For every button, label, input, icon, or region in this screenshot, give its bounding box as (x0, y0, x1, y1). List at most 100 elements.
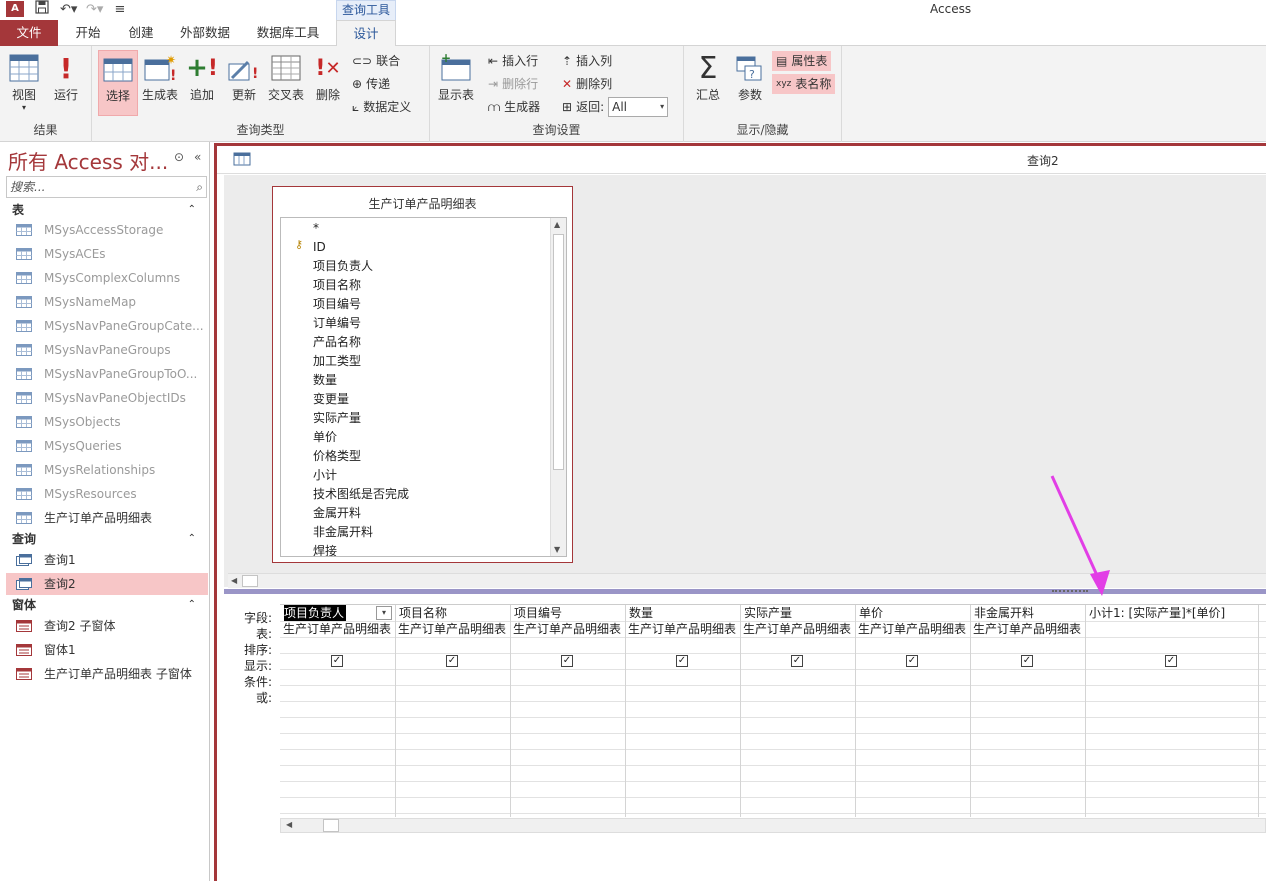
field-list-item[interactable]: 数量 (313, 371, 337, 390)
tab-design[interactable]: 设计 (336, 20, 396, 47)
field-list-item[interactable]: 项目编号 (313, 295, 361, 314)
nav-item[interactable]: MSysNameMap (6, 291, 208, 313)
grid-field-cell[interactable]: 小计1: [实际产量]*[单价] (1089, 605, 1225, 621)
field-list-item[interactable]: 焊接 (313, 542, 337, 556)
table-names-button[interactable]: xyz 表名称 (772, 74, 836, 94)
insert-rows-button[interactable]: ⇤ 插入行 (488, 51, 538, 71)
nav-item[interactable]: MSysComplexColumns (6, 267, 208, 289)
field-list-item[interactable]: 金属开料 (313, 504, 361, 523)
passthrough-button[interactable]: ⊕ 传递 (352, 74, 390, 94)
redo-icon[interactable]: ↷▾ (86, 2, 103, 17)
field-list-item[interactable]: 单价 (313, 428, 337, 447)
field-list-item[interactable]: 实际产量 (313, 409, 361, 428)
search-icon[interactable]: ⌕ (196, 177, 203, 197)
run-button[interactable]: ! 运行 (46, 50, 86, 116)
grid-field-cell[interactable]: 项目负责人 (284, 605, 347, 621)
grid-table-cell[interactable]: 生产订单产品明细表 (513, 621, 624, 637)
select-query-button[interactable]: 选择 (98, 50, 138, 116)
tab-create[interactable]: 创建 (118, 20, 164, 46)
field-list-item[interactable]: 技术图纸是否完成 (313, 485, 409, 504)
grid-table-cell[interactable]: 生产订单产品明细表 (283, 621, 394, 637)
grid-field-cell[interactable]: 实际产量 (744, 605, 792, 621)
tab-external-data[interactable]: 外部数据 (172, 20, 238, 46)
view-button[interactable]: 视图 ▾ (4, 50, 44, 116)
nav-item[interactable]: MSysNavPaneGroups (6, 339, 208, 361)
grid-field-cell[interactable]: 非金属开料 (974, 605, 1034, 621)
field-dropdown-icon[interactable]: ▾ (376, 606, 392, 620)
nav-item[interactable]: MSysObjects (6, 411, 208, 433)
collapse-pane-icon[interactable]: « (194, 150, 201, 164)
scroll-thumb[interactable] (323, 819, 339, 832)
field-list-window[interactable]: 生产订单产品明细表 ▲ ▼ * ID ⚷ 项目负责人 项目名称 项目编号 订单编号 产品名称加… (272, 186, 573, 563)
delete-columns-button[interactable]: ✕ 删除列 (562, 74, 612, 94)
undo-icon[interactable]: ↶▾ (60, 2, 77, 17)
make-table-button[interactable]: ✷! 生成表 (140, 50, 180, 116)
show-checkbox[interactable]: ✓ (561, 655, 573, 667)
nav-item[interactable]: MSysNavPaneGroupCate... (6, 315, 208, 337)
nav-item[interactable]: 查询2 子窗体 (6, 615, 208, 637)
customize-qat-icon[interactable]: ≡ (112, 2, 128, 17)
nav-group-tables[interactable]: 表 ⌃ (6, 200, 206, 220)
nav-item[interactable]: 生产订单产品明细表 (6, 507, 208, 529)
show-checkbox[interactable]: ✓ (331, 655, 343, 667)
field-list-item[interactable]: 产品名称 (313, 333, 361, 352)
grid-field-cell[interactable]: 单价 (859, 605, 883, 621)
scroll-left-icon[interactable]: ◀ (286, 820, 292, 829)
nav-pane-title[interactable]: 所有 Access 对... (8, 146, 168, 175)
append-button[interactable]: +! 追加 (182, 50, 222, 116)
return-values-select[interactable]: All ▾ (608, 97, 669, 117)
grid-table-cell[interactable]: 生产订单产品明细表 (743, 621, 854, 637)
scroll-up-icon[interactable]: ▲ (554, 220, 560, 229)
nav-search-input[interactable]: 搜索... ⌕ (6, 176, 207, 198)
field-list-item[interactable]: 小计 (313, 466, 337, 485)
scroll-left-icon[interactable]: ◀ (231, 576, 237, 585)
grid-field-cell[interactable]: 项目名称 (399, 605, 447, 621)
grid-field-cell[interactable]: 项目编号 (514, 605, 562, 621)
field-list-scrollbar[interactable]: ▲ ▼ (550, 218, 566, 556)
field-list-item[interactable]: 价格类型 (313, 447, 361, 466)
show-checkbox[interactable]: ✓ (446, 655, 458, 667)
data-definition-button[interactable]: ⟀ 数据定义 (352, 97, 411, 117)
nav-item[interactable]: MSysAccessStorage (6, 219, 208, 241)
grid-table-cell[interactable]: 生产订单产品明细表 (858, 621, 969, 637)
field-list-item[interactable]: 项目负责人 (313, 257, 373, 276)
show-checkbox[interactable]: ✓ (1021, 655, 1033, 667)
show-checkbox[interactable]: ✓ (906, 655, 918, 667)
grid-table-cell[interactable]: 生产订单产品明细表 (973, 621, 1084, 637)
save-icon[interactable] (34, 0, 50, 18)
nav-item[interactable]: MSysQueries (6, 435, 208, 457)
field-list-item[interactable]: 项目名称 (313, 276, 361, 295)
scroll-down-icon[interactable]: ▼ (554, 545, 560, 554)
delete-query-button[interactable]: ! ✕ 删除 (308, 50, 348, 116)
splitter-grip[interactable] (1052, 590, 1088, 593)
update-button[interactable]: ! 更新 (224, 50, 264, 116)
union-button[interactable]: ⊂⊃ 联合 (352, 51, 400, 71)
field-list-item[interactable]: 非金属开料 (313, 523, 373, 542)
grid-table-cell[interactable]: 生产订单产品明细表 (398, 621, 509, 637)
crosstab-button[interactable]: 交叉表 (266, 50, 306, 116)
field-list-item[interactable]: 加工类型 (313, 352, 361, 371)
scroll-thumb[interactable] (242, 575, 258, 587)
grid-field-cell[interactable]: 数量 (629, 605, 653, 621)
show-table-button[interactable]: + 显示表 (436, 50, 476, 116)
nav-item[interactable]: 查询2 (6, 573, 208, 595)
tab-home[interactable]: 开始 (64, 20, 112, 46)
nav-item[interactable]: 生产订单产品明细表 子窗体 (6, 663, 208, 685)
field-list-item[interactable]: * (313, 219, 319, 238)
nav-item[interactable]: MSysResources (6, 483, 208, 505)
nav-item[interactable]: MSysNavPaneGroupToO... (6, 363, 208, 385)
nav-item[interactable]: 窗体1 (6, 639, 208, 661)
builder-button[interactable]: ⩋ 生成器 (488, 97, 540, 117)
tab-file[interactable]: 文件 (0, 20, 58, 46)
show-checkbox[interactable]: ✓ (791, 655, 803, 667)
tab-database-tools[interactable]: 数据库工具 (248, 20, 328, 46)
field-list-item[interactable]: ID (313, 238, 326, 257)
property-sheet-button[interactable]: ▤ 属性表 (772, 51, 832, 71)
insert-columns-button[interactable]: ⇡ 插入列 (562, 51, 612, 71)
field-list-item[interactable]: 变更量 (313, 390, 349, 409)
show-checkbox[interactable]: ✓ (676, 655, 688, 667)
grid-hscrollbar[interactable]: ◀ (280, 818, 1266, 833)
nav-group-queries[interactable]: 查询 ⌃ (6, 529, 206, 549)
nav-item[interactable]: MSysNavPaneObjectIDs (6, 387, 208, 409)
design-area-hscrollbar[interactable]: ◀ (228, 573, 1266, 588)
